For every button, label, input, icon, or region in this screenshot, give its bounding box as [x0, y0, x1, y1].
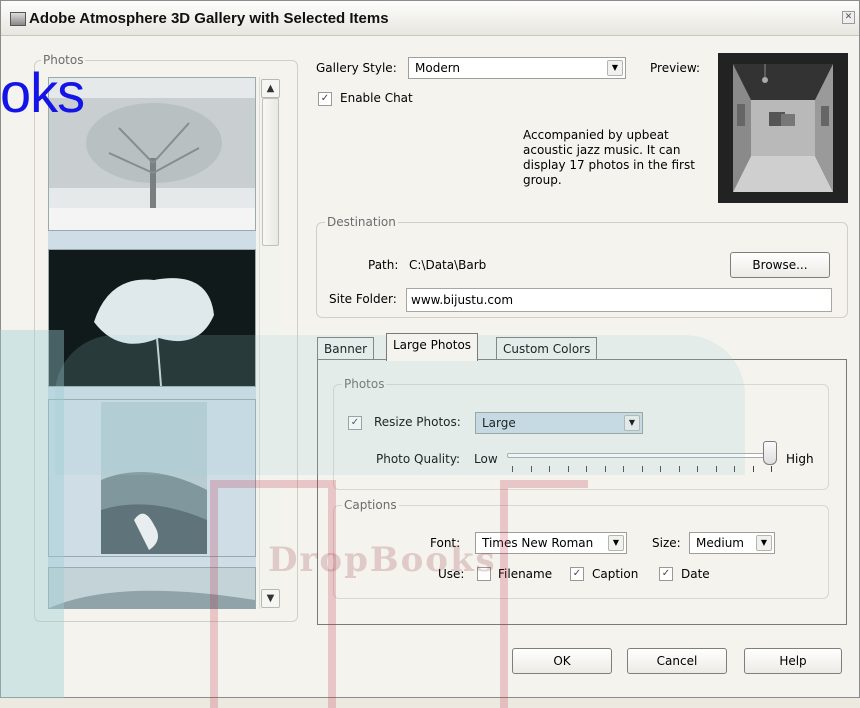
size-select[interactable]: Medium ▼ — [689, 532, 775, 554]
scroll-up-icon[interactable]: ▲ — [261, 79, 280, 98]
app-icon — [10, 12, 26, 26]
use-date-checkbox[interactable]: ✓ — [659, 567, 673, 581]
title-bar: Adobe Atmosphere 3D Gallery with Selecte… — [1, 1, 859, 36]
help-button[interactable]: Help — [744, 648, 842, 674]
enable-chat-label: Enable Chat — [340, 91, 413, 105]
slider-tick — [771, 466, 772, 472]
chevron-down-icon[interactable]: ▼ — [756, 535, 772, 551]
captions-legend: Captions — [342, 498, 399, 512]
browse-button[interactable]: Browse... — [730, 252, 830, 278]
watermark-brand: DropBooks — [268, 540, 497, 580]
destination-legend: Destination — [325, 215, 398, 229]
use-caption-label: Caption — [592, 567, 639, 581]
size-value: Medium — [696, 536, 744, 550]
scroll-thumb[interactable] — [262, 98, 279, 246]
path-value: C:\Data\Barb — [409, 258, 487, 272]
slider-tick — [752, 466, 754, 472]
site-folder-label: Site Folder: — [329, 292, 397, 306]
window-title: Adobe Atmosphere 3D Gallery with Selecte… — [29, 10, 389, 27]
site-folder-value: www.bijustu.com — [411, 293, 514, 307]
gallery-style-value: Modern — [415, 61, 461, 75]
watermark-text: oks — [0, 61, 85, 124]
size-label: Size: — [652, 536, 681, 550]
watermark-book-left — [210, 480, 336, 708]
photo-quality-high-label: High — [786, 452, 814, 466]
photo-quality-slider-thumb[interactable] — [763, 441, 777, 465]
gallery-preview — [718, 53, 848, 203]
chevron-down-icon[interactable]: ▼ — [608, 535, 624, 551]
preview-label: Preview: — [650, 61, 701, 75]
gallery-style-description: Accompanied by upbeat acoustic jazz musi… — [523, 128, 695, 187]
use-date-label: Date — [681, 567, 710, 581]
gallery-style-label: Gallery Style: — [316, 61, 397, 75]
cancel-button[interactable]: Cancel — [627, 648, 727, 674]
path-label: Path: — [368, 258, 399, 272]
gallery-preview-image — [719, 54, 847, 202]
enable-chat-checkbox[interactable]: ✓ — [318, 92, 332, 106]
chevron-down-icon[interactable]: ▼ — [607, 60, 623, 76]
close-icon[interactable]: ✕ — [842, 11, 855, 24]
gallery-style-select[interactable]: Modern ▼ — [408, 57, 626, 79]
site-folder-input[interactable]: www.bijustu.com — [406, 288, 832, 312]
tab-large-photos[interactable]: Large Photos — [386, 333, 479, 361]
watermark-shape-left — [0, 330, 64, 698]
watermark-book-right — [500, 480, 588, 708]
